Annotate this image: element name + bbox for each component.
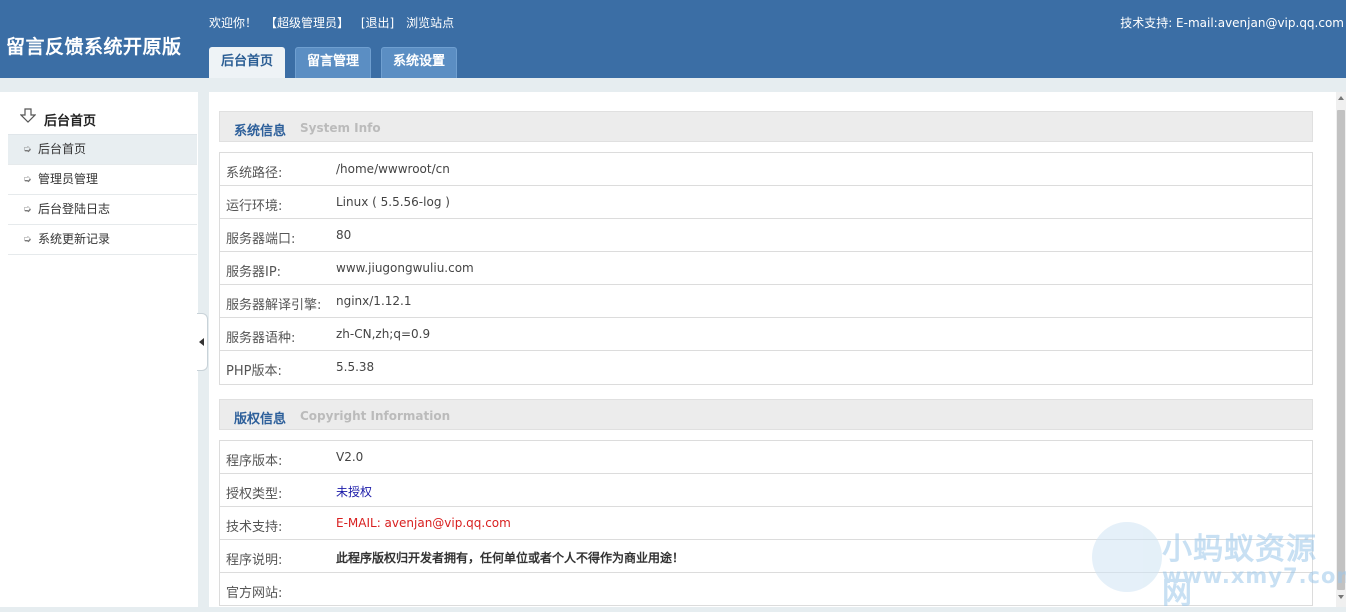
tab-messages[interactable]: 留言管理	[295, 47, 372, 78]
sidebar-item-admins[interactable]: ➭ 管理员管理	[8, 165, 197, 195]
chevron-right-icon: ➭	[23, 144, 32, 155]
program-notice: 此程序版权归开发者拥有，任何单位或者个人不得作为商业用途！	[336, 551, 685, 565]
tech-support-text: 技术支持: E-mail:avenjan@vip.qq.com	[1120, 16, 1344, 30]
main-tabs: 后台首页 留言管理 系统设置	[209, 47, 467, 78]
app-logo-title: 留言反馈系统开原版	[6, 36, 182, 58]
table-row: 服务器语种: zh-CN,zh;q=0.9	[220, 318, 1312, 351]
row-value: zh-CN,zh;q=0.9	[336, 327, 431, 341]
sidebar-menu: ➭ 后台首页 ➭ 管理员管理 ➭ 后台登陆日志 ➭ 系统更新记录	[8, 135, 197, 255]
table-row: PHP版本: 5.5.38	[220, 351, 1312, 384]
chevron-right-icon: ➭	[23, 234, 32, 245]
section-title: 版权信息	[234, 412, 287, 427]
scroll-down-icon[interactable]	[1338, 595, 1344, 599]
tab-settings[interactable]: 系统设置	[381, 47, 458, 78]
section-subtitle: System Info	[300, 121, 381, 135]
user-role: 【超级管理员】	[265, 16, 350, 30]
sidebar: 后台首页 ➭ 后台首页 ➭ 管理员管理 ➭ 后台登陆日志 ➭ 系统更新记录	[0, 92, 198, 607]
caret-left-icon	[199, 338, 204, 346]
row-key: 服务器IP:	[226, 265, 282, 280]
arrow-down-icon	[20, 108, 36, 123]
row-value: 80	[336, 228, 352, 242]
scrollbar-thumb[interactable]	[1337, 110, 1345, 590]
table-row: 程序说明: 此程序版权归开发者拥有，任何单位或者个人不得作为商业用途！	[220, 540, 1312, 573]
sidebar-item-home[interactable]: ➭ 后台首页	[8, 135, 197, 165]
table-row: 服务器端口: 80	[220, 219, 1312, 252]
section-title: 系统信息	[234, 124, 287, 139]
row-key: 程序说明:	[226, 553, 283, 568]
support-email-link[interactable]: E-MAIL: avenjan@vip.qq.com	[336, 516, 511, 530]
row-key: 服务器解译引擎:	[226, 298, 322, 313]
scroll-up-icon[interactable]	[1338, 96, 1344, 100]
chevron-right-icon: ➭	[23, 174, 32, 185]
table-row: 运行环境: Linux ( 5.5.56-log )	[220, 186, 1312, 219]
sidebar-item-label: 后台登陆日志	[38, 202, 111, 216]
license-type-value: 未授权	[336, 485, 373, 499]
row-value: www.jiugongwuliu.com	[336, 261, 474, 275]
table-row: 官方网站:	[220, 573, 1312, 606]
row-value: V2.0	[336, 450, 364, 464]
sidebar-collapse-toggle[interactable]	[197, 313, 208, 371]
sidebar-item-label: 系统更新记录	[38, 232, 111, 246]
table-row: 服务器IP: www.jiugongwuliu.com	[220, 252, 1312, 285]
row-key: PHP版本:	[226, 364, 282, 379]
top-header: 留言反馈系统开原版 欢迎你！ 【超级管理员】 [退出] 浏览站点 技术支持: E-…	[0, 0, 1346, 78]
sidebar-item-login-log[interactable]: ➭ 后台登陆日志	[8, 195, 197, 225]
copyright-header: 版权信息 Copyright Information	[219, 399, 1313, 430]
row-value: Linux ( 5.5.56-log )	[336, 195, 450, 209]
row-key: 服务器端口:	[226, 232, 296, 247]
row-value: 5.5.38	[336, 360, 375, 374]
table-row: 程序版本: V2.0	[220, 441, 1312, 474]
sidebar-title-label: 后台首页	[44, 114, 97, 129]
row-key: 技术支持:	[226, 520, 283, 535]
main-content: 系统信息 System Info 系统路径: /home/wwwroot/cn 运…	[209, 92, 1346, 607]
chevron-right-icon: ➭	[23, 204, 32, 215]
sidebar-item-label: 后台首页	[38, 142, 87, 156]
table-row: 服务器解译引擎: nginx/1.12.1	[220, 285, 1312, 318]
row-key: 授权类型:	[226, 487, 283, 502]
sidebar-item-label: 管理员管理	[38, 172, 99, 186]
browse-site-link[interactable]: 浏览站点	[406, 16, 454, 30]
section-subtitle: Copyright Information	[300, 409, 451, 423]
system-info-table: 系统路径: /home/wwwroot/cn 运行环境: Linux ( 5.5.5…	[219, 152, 1313, 385]
row-key: 官方网站:	[226, 586, 283, 601]
vertical-scrollbar[interactable]	[1336, 92, 1346, 607]
row-value: /home/wwwroot/cn	[336, 162, 450, 176]
row-key: 运行环境:	[226, 199, 283, 214]
welcome-text: 欢迎你！	[209, 16, 258, 30]
row-key: 程序版本:	[226, 454, 283, 469]
row-key: 系统路径:	[226, 166, 283, 181]
tab-home[interactable]: 后台首页	[209, 47, 286, 78]
sidebar-item-update-log[interactable]: ➭ 系统更新记录	[8, 225, 197, 255]
row-value: nginx/1.12.1	[336, 294, 412, 308]
system-info-header: 系统信息 System Info	[219, 111, 1313, 142]
table-row: 技术支持: E-MAIL: avenjan@vip.qq.com	[220, 507, 1312, 540]
copyright-table: 程序版本: V2.0 授权类型: 未授权 技术支持: E-MAIL: avenjan@…	[219, 440, 1313, 606]
logout-link[interactable]: [退出]	[361, 16, 394, 30]
sidebar-title: 后台首页	[8, 104, 197, 135]
row-key: 服务器语种:	[226, 331, 296, 346]
table-row: 授权类型: 未授权	[220, 474, 1312, 507]
table-row: 系统路径: /home/wwwroot/cn	[220, 153, 1312, 186]
welcome-bar: 欢迎你！ 【超级管理员】 [退出] 浏览站点	[209, 14, 462, 31]
